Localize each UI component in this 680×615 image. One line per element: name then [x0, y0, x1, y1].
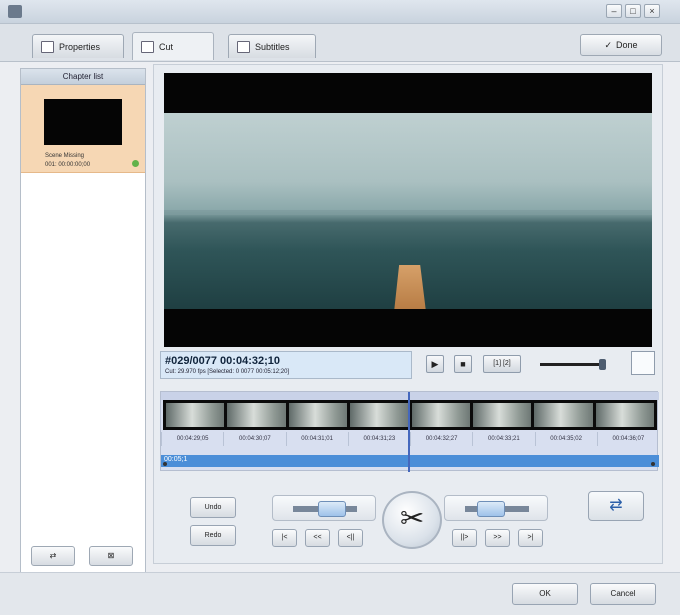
- filmstrip[interactable]: [163, 400, 657, 430]
- timeline-timecode: 00:04:36;07: [596, 432, 659, 446]
- volume-fill: [540, 363, 600, 366]
- stop-button[interactable]: ■: [454, 355, 472, 373]
- redo-button[interactable]: Redo: [190, 525, 236, 546]
- close-button[interactable]: ×: [644, 4, 660, 18]
- film-frame: [166, 403, 225, 427]
- right-jog-slider[interactable]: [444, 495, 548, 521]
- film-frame: [534, 403, 593, 427]
- subtitles-icon: [237, 40, 250, 53]
- selection-range[interactable]: 00:05;1: [161, 455, 659, 467]
- timeline-timecode: 00:04:30;07: [223, 432, 285, 446]
- chapter-timecode: 001: 00:00:00;00: [45, 162, 91, 168]
- chapter-list-header: Chapter list: [21, 69, 145, 85]
- chapter-name: Scene Missing: [45, 153, 85, 159]
- timeline-strip[interactable]: 00:04:29;05 00:04:30;07 00:04:31;01 00:0…: [160, 391, 659, 472]
- film-frame: [227, 403, 286, 427]
- volume-knob[interactable]: [599, 359, 606, 370]
- step-last-button[interactable]: >|: [518, 529, 543, 547]
- tab-cut[interactable]: Cut: [132, 32, 214, 60]
- clip-range-button[interactable]: [1] [2]: [483, 355, 521, 373]
- volume-slider[interactable]: [540, 359, 606, 370]
- range-start-marker[interactable]: [163, 462, 167, 466]
- film-frame: [350, 403, 409, 427]
- tab-properties-label: Properties: [59, 41, 101, 52]
- step-forward-button[interactable]: >>: [485, 529, 510, 547]
- tab-subtitles[interactable]: Subtitles: [228, 34, 316, 58]
- timecode-details: Cut: 29.970 fps [Selected: 0 0077 00:05:…: [165, 369, 290, 375]
- dialog-footer: OK Cancel: [0, 572, 680, 615]
- tab-properties[interactable]: Properties: [32, 34, 124, 58]
- step-back-button[interactable]: <<: [305, 529, 330, 547]
- chapter-item[interactable]: Scene Missing 001: 00:00:00;00: [21, 85, 145, 173]
- timeline-ruler: [161, 392, 659, 400]
- chapter-swap-button[interactable]: ⇄: [31, 546, 75, 566]
- film-frame: [472, 403, 532, 427]
- scissors-cut-button[interactable]: ✂: [382, 491, 442, 549]
- timeline-timecode: 00:04:35;02: [534, 432, 597, 446]
- cancel-button[interactable]: Cancel: [590, 583, 656, 605]
- film-frame: [595, 403, 654, 427]
- current-timecode: #029/0077 00:04:32;10: [165, 355, 280, 367]
- timeline-timecode: 00:04:32;27: [410, 432, 472, 446]
- film-frame: [411, 403, 470, 427]
- pier-image: [394, 265, 426, 309]
- undo-button[interactable]: Undo: [190, 497, 236, 518]
- tab-cut-label: Cut: [159, 41, 174, 52]
- done-icon: ✓: [604, 39, 613, 50]
- play-button[interactable]: ▶: [426, 355, 444, 373]
- video-preview[interactable]: [164, 73, 652, 347]
- chapter-list-panel: Chapter list Scene Missing 001: 00:00:00…: [20, 68, 146, 578]
- scissors-icon: ✂: [400, 503, 425, 535]
- timeline-timecode: 00:04:31;01: [285, 432, 348, 446]
- window-titlebar: – □ ×: [0, 0, 680, 24]
- timeline-timecode: 00:04:31;23: [347, 432, 410, 446]
- video-frame: [164, 113, 652, 309]
- chapter-status-icon: [132, 160, 139, 167]
- properties-icon: [41, 40, 54, 53]
- timeline-timecodes: 00:04:29;05 00:04:30;07 00:04:31;01 00:0…: [161, 432, 659, 446]
- film-frame: [288, 403, 348, 427]
- chapter-delete-button[interactable]: ⊠: [89, 546, 133, 566]
- minimize-button[interactable]: –: [606, 4, 622, 18]
- done-button[interactable]: ✓ Done: [580, 34, 662, 56]
- fullscreen-icon[interactable]: [631, 351, 655, 375]
- cut-icon: [141, 40, 154, 53]
- step-frame-forward-button[interactable]: ||>: [452, 529, 477, 547]
- tab-subtitles-label: Subtitles: [255, 41, 290, 52]
- split-arrow-icon[interactable]: ⇄: [588, 491, 644, 521]
- timecode-display: #029/0077 00:04:32;10 Cut: 29.970 fps [S…: [160, 351, 412, 379]
- left-jog-slider[interactable]: [272, 495, 376, 521]
- sea-horizon: [164, 210, 652, 215]
- ok-button[interactable]: OK: [512, 583, 578, 605]
- selection-label: 00:05;1: [164, 456, 188, 463]
- done-label: Done: [616, 40, 638, 50]
- cut-controls: Undo Redo ✂ |< << <|| ||> >> >| ⇄: [168, 489, 654, 557]
- left-jog-thumb[interactable]: [318, 501, 346, 517]
- maximize-button[interactable]: □: [625, 4, 641, 18]
- range-end-marker[interactable]: [651, 462, 655, 466]
- cut-editor: #029/0077 00:04:32;10 Cut: 29.970 fps [S…: [153, 64, 663, 564]
- step-frame-back-button[interactable]: <||: [338, 529, 363, 547]
- right-jog-thumb[interactable]: [477, 501, 505, 517]
- timeline-timecode: 00:04:33;21: [472, 432, 534, 446]
- editor-tabbar: Properties Cut Subtitles ✓ Done: [0, 24, 680, 62]
- step-first-button[interactable]: |<: [272, 529, 297, 547]
- player-status-row: #029/0077 00:04:32;10 Cut: 29.970 fps [S…: [160, 351, 657, 381]
- chapter-thumbnail: [44, 99, 122, 145]
- timeline-timecode: 00:04:29;05: [161, 432, 223, 446]
- timeline-playhead[interactable]: [408, 392, 410, 472]
- app-icon: [8, 5, 22, 18]
